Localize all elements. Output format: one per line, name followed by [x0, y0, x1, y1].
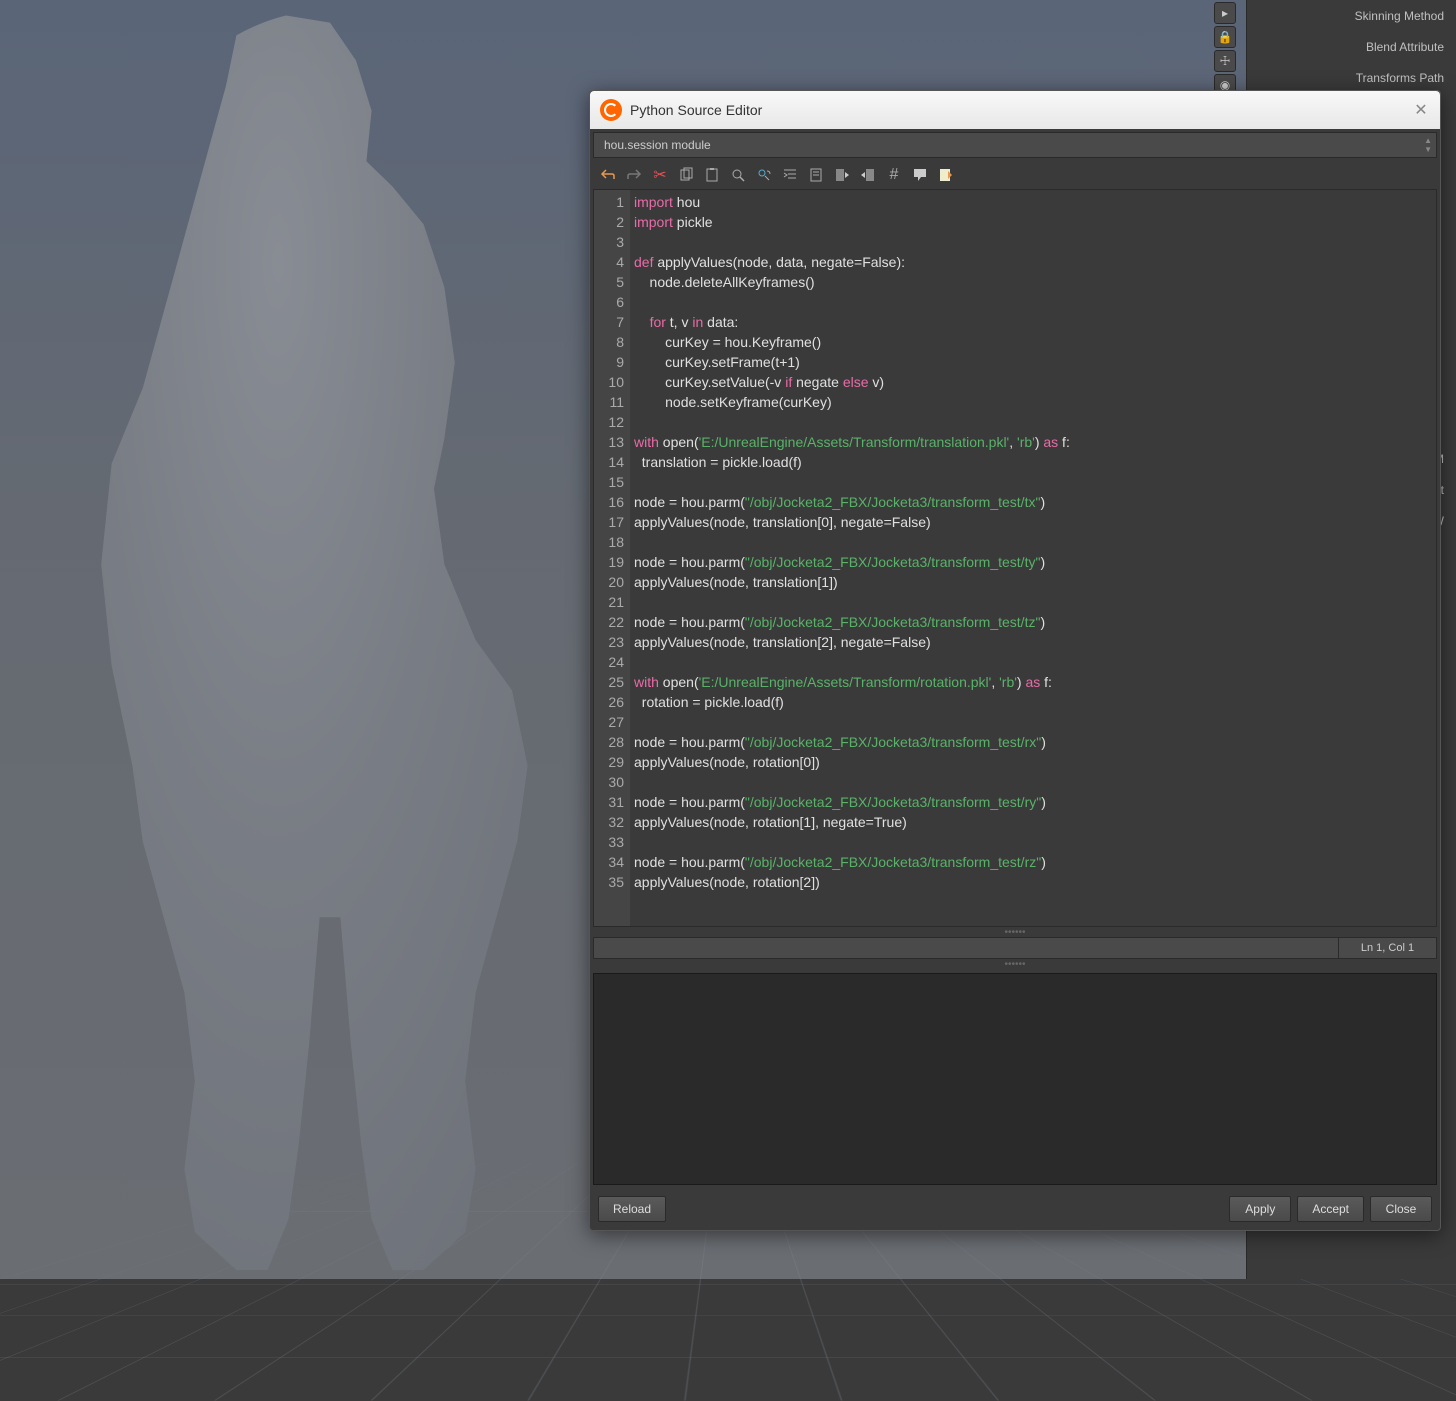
splitter-handle[interactable]: ••••••: [590, 927, 1440, 937]
comment-button[interactable]: #: [882, 163, 906, 187]
line-gutter: 1234567891011121314151617181920212223242…: [594, 190, 630, 926]
edit-button[interactable]: [934, 163, 958, 187]
scroll-arrows-icon[interactable]: ▲▼: [1424, 136, 1432, 154]
param-row-blend[interactable]: Blend Attribute: [1247, 31, 1456, 62]
accept-button[interactable]: Accept: [1297, 1196, 1364, 1222]
editor-title: Python Source Editor: [630, 102, 762, 118]
replace-button[interactable]: [752, 163, 776, 187]
find-button[interactable]: [726, 163, 750, 187]
cut-button[interactable]: ✂: [648, 163, 672, 187]
module-selector[interactable]: hou.session module ▲▼: [593, 132, 1437, 158]
block-out-button[interactable]: [856, 163, 880, 187]
tooltip-button[interactable]: [908, 163, 932, 187]
module-label: hou.session module: [604, 138, 711, 152]
character-mesh: [70, 10, 590, 1270]
cursor-position: Ln 1, Col 1: [1339, 937, 1437, 959]
copy-button[interactable]: [674, 163, 698, 187]
code-area: 1234567891011121314151617181920212223242…: [593, 189, 1437, 927]
editor-titlebar[interactable]: Python Source Editor ✕: [590, 91, 1440, 129]
output-console[interactable]: [593, 973, 1437, 1185]
reload-button[interactable]: Reload: [598, 1196, 666, 1222]
param-row-skinning[interactable]: Skinning Method: [1247, 0, 1456, 31]
lock-icon[interactable]: 🔒: [1214, 26, 1236, 48]
command-input[interactable]: [593, 937, 1339, 959]
button-row: Reload Apply Accept Close: [590, 1188, 1440, 1230]
outdent-button[interactable]: [804, 163, 828, 187]
code-content[interactable]: import houimport pickledef applyValues(n…: [630, 190, 1074, 926]
editor-toolbar: ✂ #: [590, 161, 1440, 189]
block-in-button[interactable]: [830, 163, 854, 187]
splitter-handle-2[interactable]: ••••••: [590, 959, 1440, 969]
viewport-toolbar-right: ▸ 🔒 ☩ ◉: [1214, 0, 1238, 96]
redo-button[interactable]: [622, 163, 646, 187]
bone-icon[interactable]: ☩: [1214, 50, 1236, 72]
tool-icon-1[interactable]: ▸: [1214, 2, 1236, 24]
close-button[interactable]: ✕: [1412, 101, 1430, 119]
close-button[interactable]: Close: [1370, 1196, 1432, 1222]
paste-button[interactable]: [700, 163, 724, 187]
apply-button[interactable]: Apply: [1229, 1196, 1291, 1222]
indent-button[interactable]: [778, 163, 802, 187]
houdini-logo-icon: [600, 99, 622, 121]
status-row: Ln 1, Col 1: [593, 937, 1437, 959]
python-editor-window: Python Source Editor ✕ hou.session modul…: [589, 90, 1441, 1231]
undo-button[interactable]: [596, 163, 620, 187]
param-row-transforms[interactable]: Transforms Path: [1247, 62, 1456, 93]
